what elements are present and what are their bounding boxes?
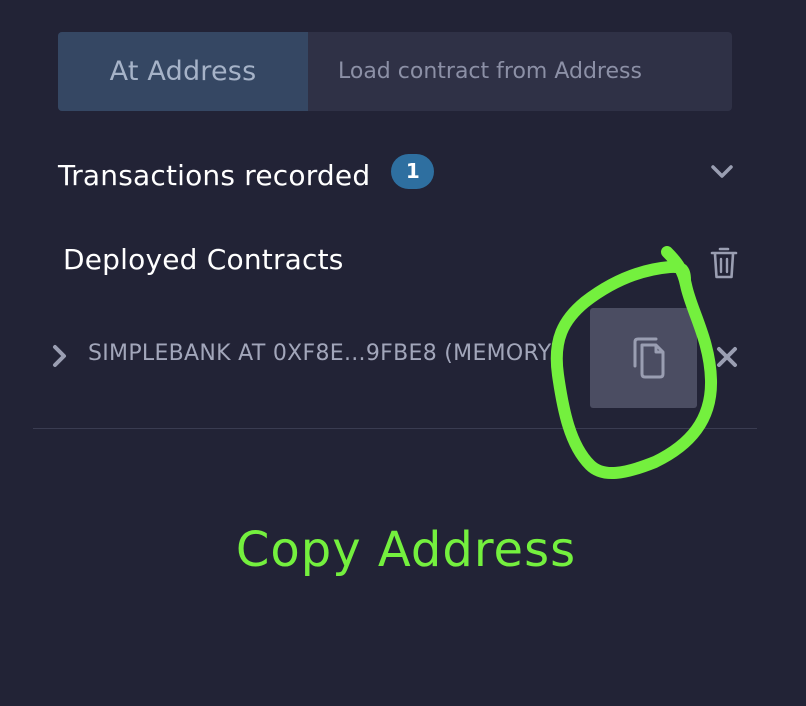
copy-address-button[interactable] [590,308,697,408]
at-address-button[interactable]: At Address [58,32,308,111]
deployed-contract-name[interactable]: SIMPLEBANK AT 0XF8E...9FBE8 (MEMORY) [88,341,588,366]
close-icon[interactable] [714,344,740,370]
copy-icon [633,337,665,379]
deployed-contracts-title: Deployed Contracts [63,243,344,276]
chevron-down-icon[interactable] [709,162,735,182]
transactions-recorded-title: Transactions recorded [58,158,371,192]
transactions-count-badge: 1 [391,153,435,189]
trash-icon[interactable] [709,246,739,280]
copy-address-caption: Copy Address [235,522,577,578]
transactions-recorded-header[interactable]: Transactions recorded 1 [58,150,748,200]
load-contract-address-input[interactable] [308,32,732,111]
chevron-right-icon[interactable] [50,343,68,369]
at-address-section: At Address [58,32,732,111]
section-divider [33,428,757,429]
